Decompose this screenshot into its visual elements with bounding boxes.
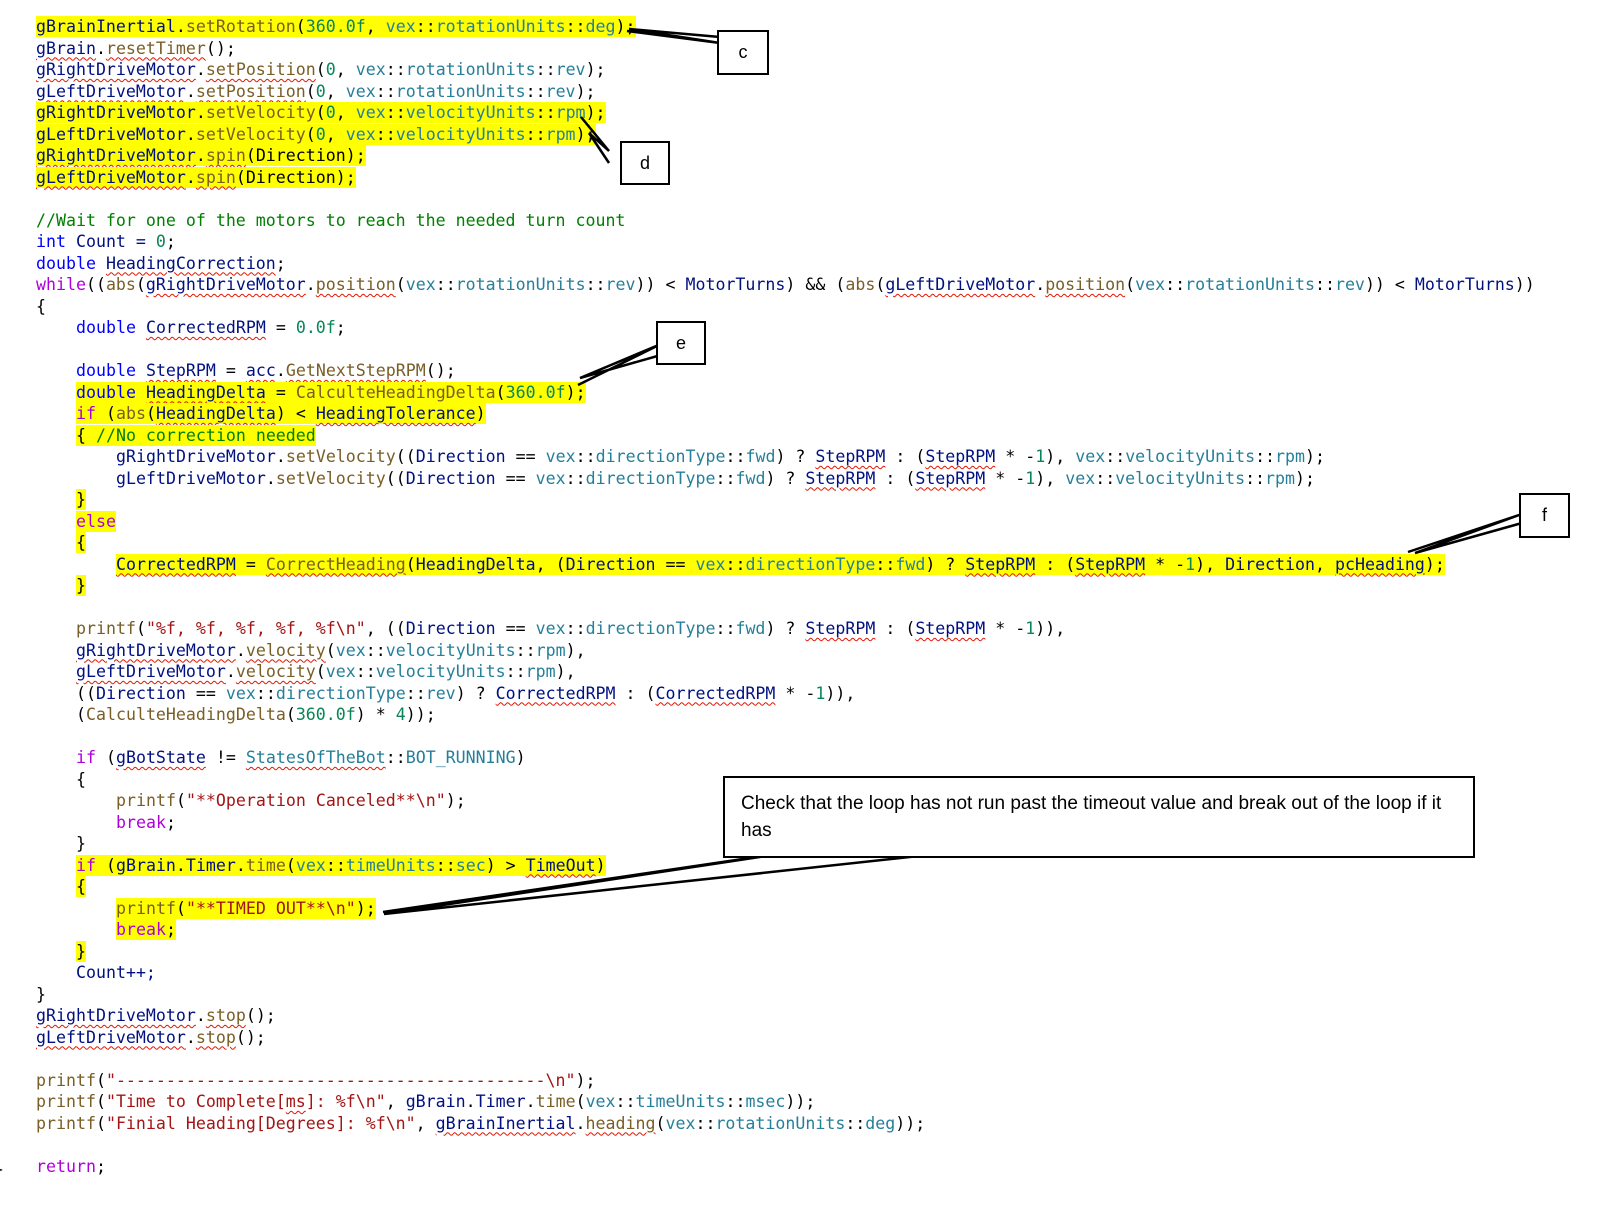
callout-f-leader	[1407, 512, 1523, 555]
callout-note: Check that the loop has not run past the…	[723, 776, 1475, 858]
callout-f-label: f	[1541, 505, 1547, 525]
callout-e-leader	[577, 342, 662, 387]
callout-e: e	[656, 321, 706, 365]
callout-leader-lines	[382, 27, 1523, 916]
callout-d-leader	[580, 116, 611, 164]
callout-c: c	[717, 30, 769, 75]
callout-note-text: Check that the loop has not run past the…	[741, 793, 1442, 841]
callout-c-leader	[626, 27, 721, 45]
callout-d: d	[620, 141, 670, 185]
callout-f: f	[1519, 493, 1570, 538]
callout-d-label: d	[639, 152, 650, 173]
callout-e-label: e	[675, 332, 686, 353]
callout-c-label: c	[738, 42, 748, 62]
